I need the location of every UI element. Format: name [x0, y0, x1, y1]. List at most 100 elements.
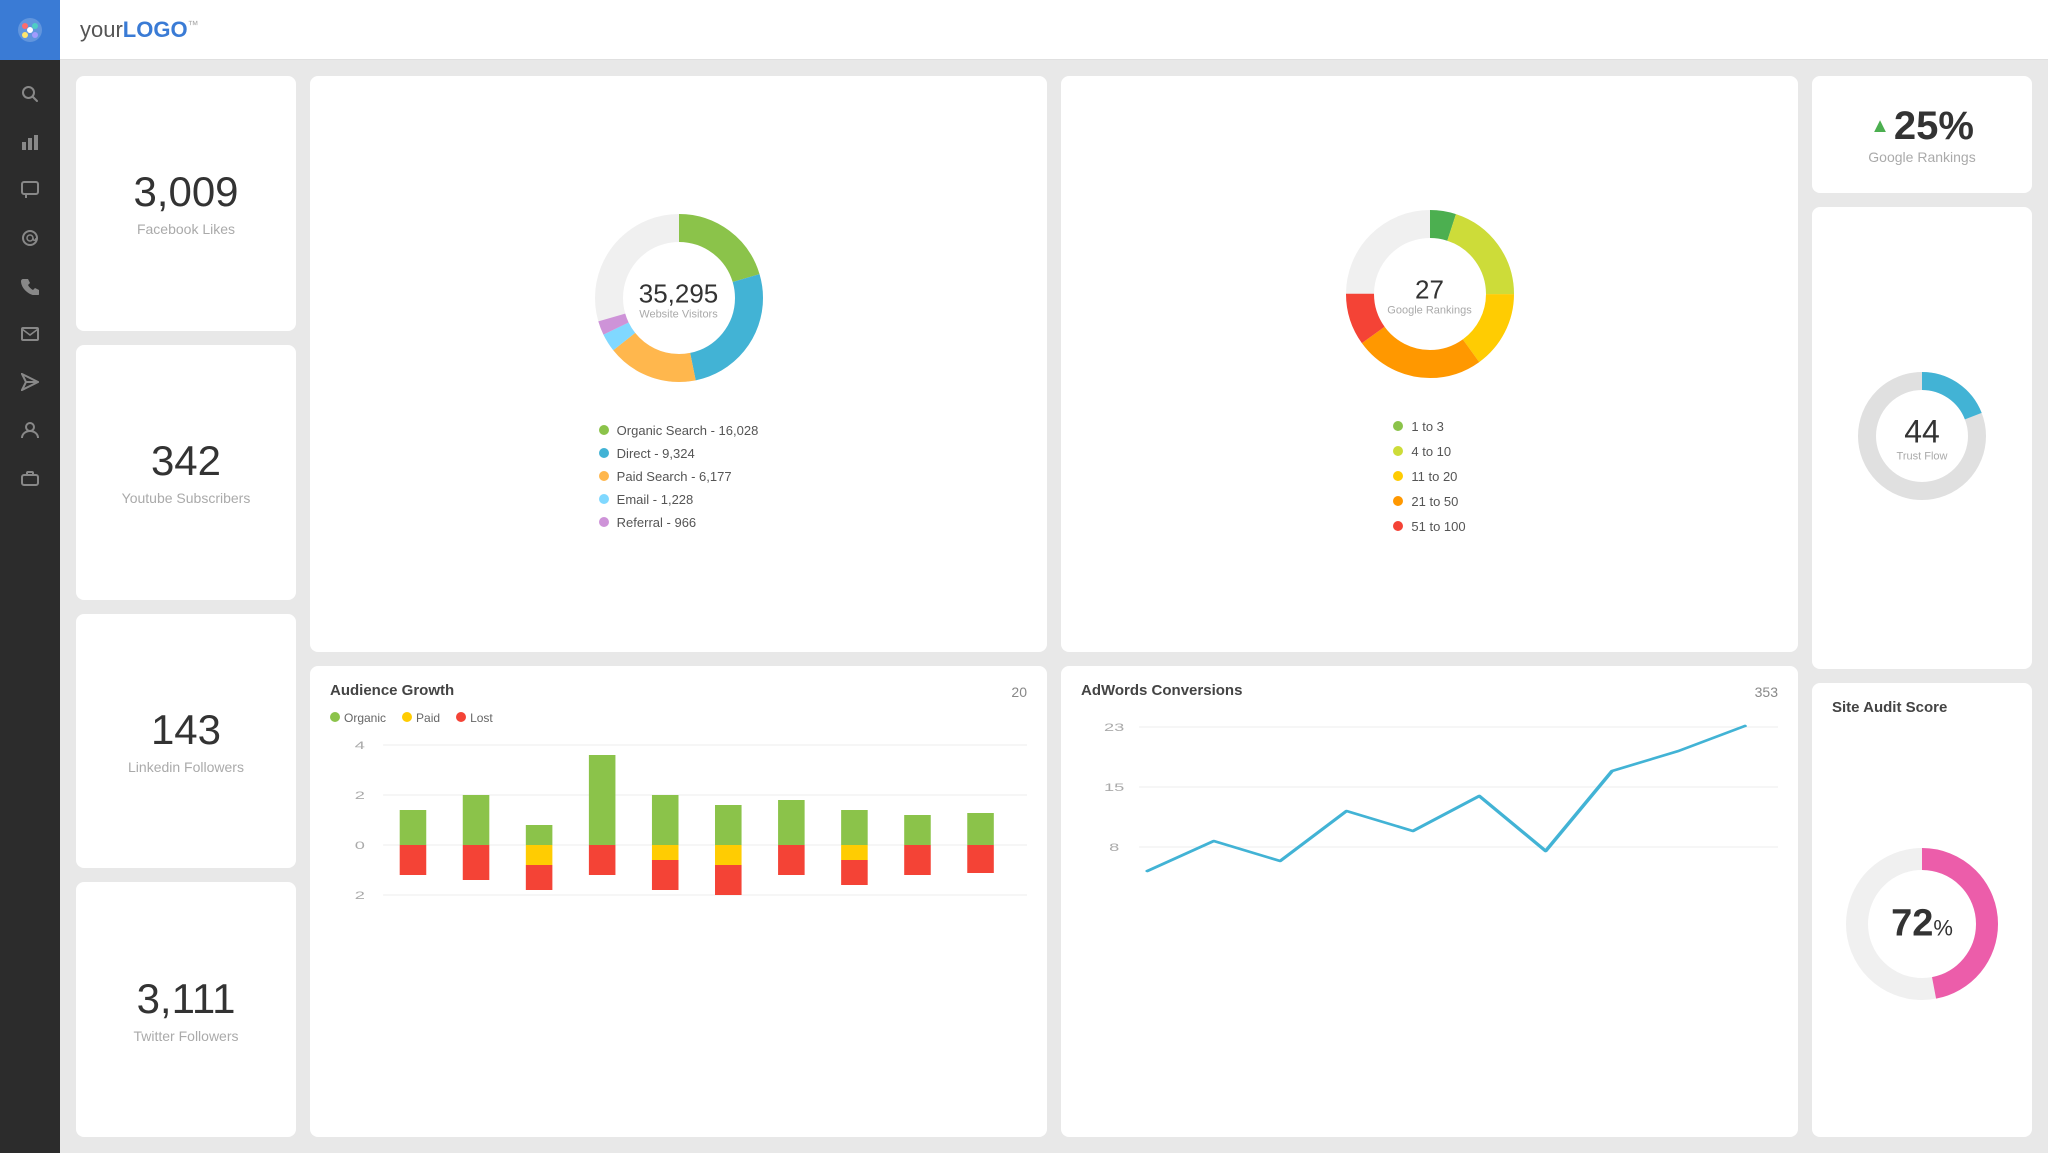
legend-dot	[599, 494, 609, 504]
twitter-number: 3,111	[137, 976, 236, 1022]
visitors-card: 35,295 Website Visitors Organic Search -…	[310, 76, 1047, 652]
visitors-total: 35,295	[639, 280, 719, 309]
audience-card: Audience Growth 20 Organic Paid Lost 4 2…	[310, 666, 1047, 1138]
svg-text:4: 4	[355, 739, 365, 751]
audit-card: Site Audit Score 72%	[1812, 683, 2032, 1137]
lost-legend: Lost	[456, 711, 493, 725]
rank-dot	[1393, 421, 1403, 431]
legend-label: Paid Search - 6,177	[617, 469, 732, 484]
rankings-legend-item: 11 to 20	[1393, 469, 1465, 484]
main-content: yourLOGO™ 3,009 Facebook Likes 342 Youtu…	[60, 0, 2048, 1153]
rankings-legend-item: 1 to 3	[1393, 419, 1465, 434]
rankings-legend-item: 21 to 50	[1393, 494, 1465, 509]
paid-legend: Paid	[402, 711, 440, 725]
organic-legend: Organic	[330, 711, 386, 725]
audit-donut-wrap: 72%	[1832, 726, 2012, 1121]
rankings-donut: 27 Google Rankings	[1330, 194, 1530, 399]
conversions-count: 353	[1755, 684, 1778, 700]
visitors-label: Website Visitors	[639, 309, 719, 321]
audience-chart-wrap: 4 2 0 2	[330, 735, 1027, 1122]
rank-legend-label: 11 to 20	[1411, 469, 1457, 484]
sidebar-item-briefcase[interactable]	[0, 454, 60, 502]
facebook-number: 3,009	[133, 169, 238, 215]
conversions-chart-wrap: 23 15 8	[1081, 711, 1778, 1122]
legend-label: Direct - 9,324	[617, 446, 695, 461]
facebook-card: 3,009 Facebook Likes	[76, 76, 296, 331]
trust-flow-label: Trust Flow	[1897, 451, 1948, 463]
sidebar-item-envelope[interactable]	[0, 310, 60, 358]
svg-text:8: 8	[1109, 841, 1119, 853]
legend-label: Email - 1,228	[617, 492, 694, 507]
conversions-card: AdWords Conversions 353 23 15 8	[1061, 666, 1798, 1138]
audit-center: 72%	[1891, 902, 1953, 945]
conversions-line-chart: 23 15 8	[1081, 711, 1778, 921]
svg-text:0: 0	[355, 839, 365, 851]
audience-count: 20	[1011, 684, 1027, 700]
left-column: 3,009 Facebook Likes 342 Youtube Subscri…	[76, 76, 296, 1137]
sidebar-item-user[interactable]	[0, 406, 60, 454]
visitors-legend-item: Email - 1,228	[599, 492, 759, 507]
youtube-number: 342	[151, 438, 221, 484]
sidebar	[0, 0, 60, 1153]
rank-legend-label: 1 to 3	[1411, 419, 1444, 434]
trust-flow-card: 44 Trust Flow	[1812, 207, 2032, 669]
topbar: yourLOGO™	[60, 0, 2048, 60]
rank-legend-label: 4 to 10	[1411, 444, 1451, 459]
rank-dot	[1393, 471, 1403, 481]
rank-dot	[1393, 521, 1403, 531]
rankings-legend-item: 4 to 10	[1393, 444, 1465, 459]
youtube-card: 342 Youtube Subscribers	[76, 345, 296, 600]
legend-dot	[599, 517, 609, 527]
trust-flow-center: 44 Trust Flow	[1897, 414, 1948, 463]
audience-bar-chart: 4 2 0 2	[330, 735, 1027, 915]
audience-legend: Organic Paid Lost	[330, 711, 493, 725]
visitors-center: 35,295 Website Visitors	[639, 280, 719, 321]
right-column: ▲ 25% Google Rankings 44 Trust Flow	[1812, 76, 2032, 1137]
sidebar-item-comment[interactable]	[0, 166, 60, 214]
rankings-legend-item: 51 to 100	[1393, 519, 1465, 534]
logo: yourLOGO™	[80, 17, 199, 43]
visitors-legend-item: Paid Search - 6,177	[599, 469, 759, 484]
svg-text:2: 2	[355, 889, 365, 901]
rank-up-icon: ▲	[1870, 115, 1890, 138]
rankings-total: 27	[1387, 276, 1471, 305]
linkedin-card: 143 Linkedin Followers	[76, 614, 296, 869]
trust-flow-number: 44	[1897, 414, 1948, 451]
rankings-label: Google Rankings	[1387, 305, 1471, 317]
rank-legend-label: 21 to 50	[1411, 494, 1458, 509]
sidebar-logo[interactable]	[0, 0, 60, 60]
sidebar-item-chart[interactable]	[0, 118, 60, 166]
sidebar-item-at[interactable]	[0, 214, 60, 262]
legend-label: Organic Search - 16,028	[617, 423, 759, 438]
legend-dot	[599, 471, 609, 481]
conversions-header: AdWords Conversions 353	[1081, 682, 1778, 703]
dashboard: 3,009 Facebook Likes 342 Youtube Subscri…	[60, 60, 2048, 1153]
legend-dot	[599, 425, 609, 435]
rankings-card: 27 Google Rankings 1 to 3 4 to 10 11 to 20…	[1061, 76, 1798, 652]
svg-text:2: 2	[355, 789, 365, 801]
rankings-center: 27 Google Rankings	[1387, 276, 1471, 317]
google-rank-card: ▲ 25% Google Rankings	[1812, 76, 2032, 193]
google-rank-label: Google Rankings	[1868, 149, 1975, 165]
audience-title: Audience Growth	[330, 682, 454, 699]
linkedin-label: Linkedin Followers	[128, 759, 244, 775]
sidebar-item-send[interactable]	[0, 358, 60, 406]
audit-title: Site Audit Score	[1832, 699, 2012, 716]
youtube-label: Youtube Subscribers	[122, 490, 251, 506]
visitors-legend: Organic Search - 16,028 Direct - 9,324 Pai…	[599, 423, 759, 530]
rankings-legend: 1 to 3 4 to 10 11 to 20 21 to 50 51 to 100	[1393, 419, 1465, 534]
audience-header: Audience Growth 20	[330, 682, 1027, 703]
rank-dot	[1393, 496, 1403, 506]
sidebar-item-phone[interactable]	[0, 262, 60, 310]
twitter-label: Twitter Followers	[133, 1028, 238, 1044]
legend-dot	[599, 448, 609, 458]
svg-text:15: 15	[1104, 781, 1124, 793]
rank-legend-label: 51 to 100	[1411, 519, 1465, 534]
sidebar-item-search[interactable]	[0, 70, 60, 118]
facebook-label: Facebook Likes	[137, 221, 235, 237]
rank-dot	[1393, 446, 1403, 456]
conversions-title: AdWords Conversions	[1081, 682, 1242, 699]
palette-icon	[16, 16, 44, 44]
trust-flow-donut: 44 Trust Flow	[1847, 361, 1997, 516]
linkedin-number: 143	[151, 707, 221, 753]
